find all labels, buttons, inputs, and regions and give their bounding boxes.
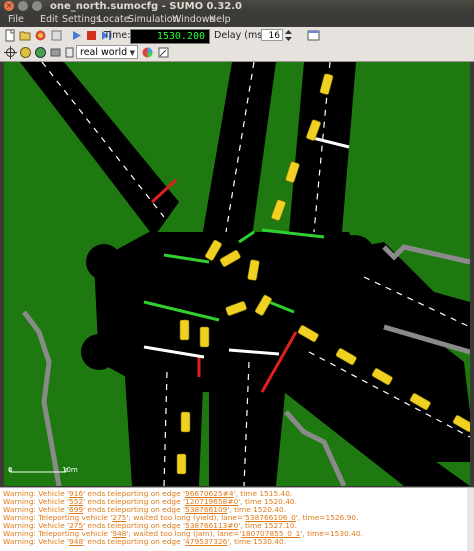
view-toolbar: real world ▼ — [0, 44, 474, 62]
delay-input[interactable]: 16 — [261, 29, 283, 41]
delay-stepper[interactable] — [284, 29, 293, 42]
new-icon[interactable] — [4, 29, 17, 42]
close-window-button[interactable]: × — [4, 1, 14, 11]
vehicle — [271, 199, 286, 221]
road-south-right — [209, 352, 289, 486]
vehicle — [176, 453, 187, 475]
menu-bar: File Edit Settings Locate Simulation Win… — [0, 13, 474, 27]
locate-junction-icon[interactable] — [19, 46, 32, 59]
reload-icon[interactable] — [34, 29, 47, 42]
scale-start: 0 — [8, 466, 13, 474]
open-folder-icon[interactable] — [19, 29, 32, 42]
color-wheel-icon[interactable] — [141, 46, 154, 59]
recenter-view-icon[interactable] — [4, 46, 17, 59]
menu-locate[interactable]: Locate — [98, 13, 130, 27]
locate-edge-icon[interactable] — [34, 46, 47, 59]
locate-vehicle-icon[interactable] — [49, 46, 62, 59]
log-scrollbar[interactable] — [467, 488, 474, 551]
chevron-down-icon: ▼ — [129, 49, 135, 57]
color-scheme-select[interactable]: real world ▼ — [76, 45, 138, 59]
stop-icon[interactable] — [85, 29, 98, 42]
menu-help[interactable]: Help — [209, 13, 231, 27]
time-label: Time: — [104, 30, 131, 41]
menu-file[interactable]: File — [8, 13, 24, 27]
log-line: Warning: Vehicle '948' ends teleporting … — [3, 537, 287, 546]
road-south-left — [124, 362, 204, 486]
maximize-window-button[interactable] — [32, 1, 42, 11]
title-bar: × one_north.sumocfg - SUMO 0.32.0 — [0, 0, 474, 13]
window-title: one_north.sumocfg - SUMO 0.32.0 — [50, 1, 242, 12]
road-network[interactable] — [4, 62, 470, 486]
start-icon[interactable] — [70, 29, 83, 42]
vehicle — [199, 326, 210, 348]
vehicle — [180, 411, 191, 433]
road-nw — [20, 62, 179, 237]
edit-view-settings-icon[interactable] — [157, 46, 170, 59]
time-display: 1530.200 — [130, 29, 210, 44]
time-value: 1530.200 — [156, 31, 205, 42]
locate-poi-icon[interactable] — [63, 46, 76, 59]
sidewalk-west — [22, 310, 62, 486]
menu-edit[interactable]: Edit — [40, 13, 58, 27]
color-scheme-value: real world — [80, 47, 128, 58]
main-toolbar: Time: 1530.200 Delay (ms): 16 — [0, 27, 474, 45]
close-file-icon[interactable] — [50, 29, 63, 42]
vehicle — [179, 319, 190, 341]
message-log: Warning: Vehicle '916' ends teleporting … — [0, 487, 474, 551]
simulation-view[interactable]: 0 10m — [4, 62, 470, 486]
new-view-icon[interactable] — [307, 29, 320, 42]
scale-end: 10m — [62, 466, 78, 474]
menu-settings[interactable]: Settings — [62, 13, 101, 27]
minimize-window-button[interactable] — [18, 1, 28, 11]
